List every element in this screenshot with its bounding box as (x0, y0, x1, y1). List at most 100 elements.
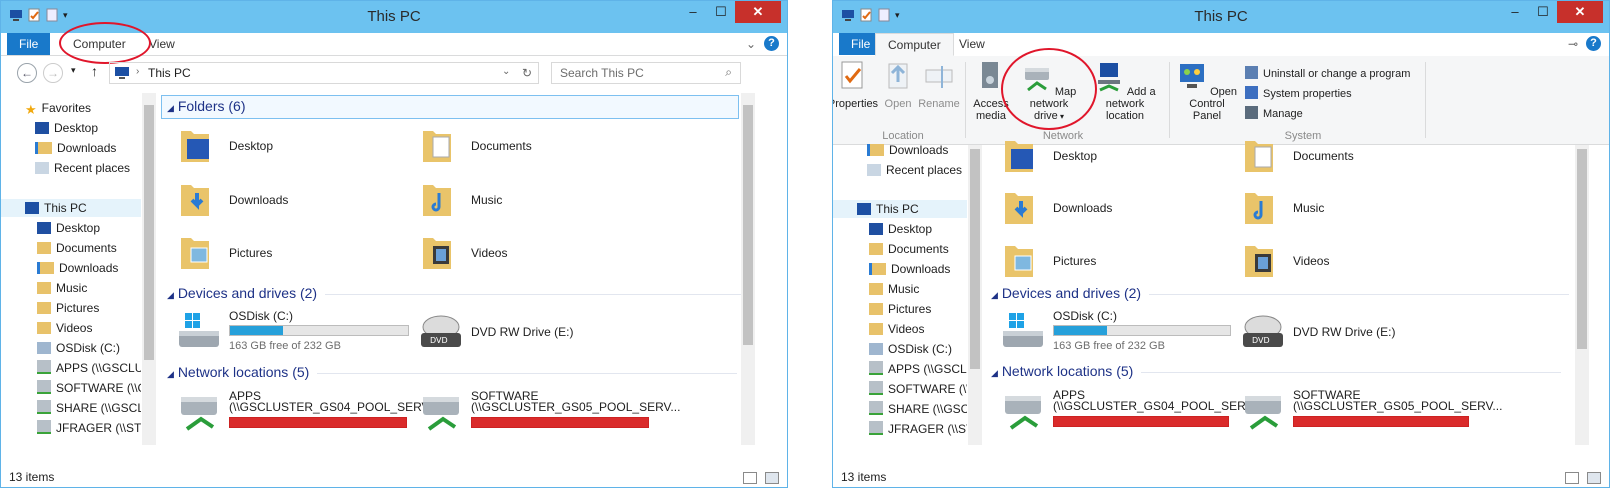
help-icon[interactable]: ? (1586, 36, 1601, 51)
group-network[interactable]: ◢ Network locations (5) (167, 364, 738, 384)
group-network[interactable]: ◢ Network locations (5) (991, 363, 1562, 383)
search-icon[interactable]: ⌕ (725, 65, 732, 80)
minimize-button[interactable]: – (1501, 1, 1529, 23)
help-icon[interactable]: ? (764, 36, 779, 51)
folder-tile[interactable]: Documents (1231, 131, 1471, 181)
breadcrumb[interactable]: This PC (148, 66, 191, 80)
properties-button[interactable]: Properties (833, 60, 881, 110)
scrollbar-thumb[interactable] (970, 149, 980, 369)
pin-ribbon-icon[interactable]: ⊸ (1568, 37, 1578, 51)
nav-this-pc[interactable]: This PC (1, 199, 141, 217)
forward-icon[interactable]: → (43, 63, 63, 83)
tab-computer[interactable]: Computer (875, 33, 954, 56)
group-folders[interactable]: ◢ Folders (6) (167, 98, 246, 118)
nav-item[interactable]: Music (37, 279, 87, 297)
nav-item[interactable]: Pictures (869, 300, 931, 318)
details-view-icon[interactable] (1565, 472, 1579, 484)
tab-view[interactable]: View (947, 33, 997, 55)
chevron-down-icon[interactable]: ▾ (71, 65, 76, 76)
folder-tile[interactable]: Documents (409, 121, 649, 171)
nav-item[interactable]: Downloads (37, 259, 118, 277)
nav-item[interactable]: Documents (869, 240, 949, 258)
nav-item[interactable]: Downloads (867, 141, 948, 159)
nav-item[interactable]: Pictures (37, 299, 99, 317)
nav-item[interactable]: SHARE (\\GSCLU (37, 399, 141, 417)
nav-item[interactable]: OSDisk (C:) (869, 340, 952, 358)
folder-tile[interactable]: Downloads (167, 175, 407, 225)
folder-tile[interactable]: Downloads (991, 183, 1231, 233)
nav-item[interactable]: Documents (37, 239, 117, 257)
drive-tile-c[interactable]: OSDisk (C:) 163 GB free of 232 GB (991, 307, 1231, 359)
group-devices[interactable]: ◢ Devices and drives (2) (167, 285, 746, 305)
nav-item[interactable]: OSDisk (C:) (37, 339, 120, 357)
close-button[interactable]: ✕ (735, 1, 781, 23)
back-icon[interactable]: ← (17, 63, 37, 83)
nav-this-pc[interactable]: This PC (833, 200, 967, 218)
nav-item[interactable]: APPS (\\GSCLUST (37, 359, 141, 377)
nav-item[interactable]: APPS (\\GSCLUST (869, 360, 967, 378)
nav-scrollbar[interactable] (142, 93, 156, 445)
nav-item[interactable]: Music (869, 280, 919, 298)
scrollbar-thumb[interactable] (1577, 149, 1587, 349)
address-bar[interactable]: › This PC ⌄ ↻ (109, 62, 539, 84)
details-view-icon[interactable] (743, 472, 757, 484)
group-devices[interactable]: ◢ Devices and drives (2) (991, 285, 1570, 305)
chevron-down-icon[interactable]: ⌄ (502, 66, 510, 77)
network-location-tile[interactable]: SOFTWARE (\\GSCLUSTER_GS05_POOL_SERV... (409, 387, 680, 437)
nav-scrollbar[interactable] (968, 145, 982, 445)
folder-tile[interactable]: Pictures (167, 228, 407, 278)
add-network-location-button[interactable]: Add a network location (1085, 60, 1165, 122)
system-properties-button[interactable]: System properties (1245, 86, 1352, 100)
drive-tile-dvd[interactable]: DVD DVD RW Drive (E:) (409, 307, 649, 359)
maximize-button[interactable]: ☐ (707, 1, 735, 23)
nav-item[interactable]: Desktop (869, 220, 932, 238)
nav-favorites[interactable]: ★ Favorites (25, 99, 91, 117)
close-button[interactable]: ✕ (1557, 1, 1603, 23)
nav-item[interactable]: Desktop (37, 219, 100, 237)
tab-file[interactable]: File (7, 33, 51, 55)
nav-item[interactable]: Videos (37, 319, 92, 337)
network-location-tile[interactable]: SOFTWARE (\\GSCLUSTER_GS05_POOL_SERV... (1231, 386, 1502, 436)
nav-item[interactable]: JFRAGER (\\STUH (869, 420, 967, 438)
large-icons-view-icon[interactable] (1587, 472, 1601, 484)
minimize-button[interactable]: – (679, 1, 707, 23)
refresh-icon[interactable]: ↻ (522, 66, 532, 80)
manage-button[interactable]: Manage (1245, 106, 1303, 120)
title-bar[interactable]: ▾ This PC – ☐ ✕ (833, 1, 1609, 33)
nav-item[interactable]: Recent places (867, 161, 962, 179)
group-header-focus[interactable] (161, 95, 739, 119)
network-location-tile[interactable]: APPS (\\GSCLUSTER_GS04_POOL_SERV... (991, 386, 1262, 436)
uninstall-program-button[interactable]: Uninstall or change a program (1245, 66, 1410, 80)
content-scrollbar[interactable] (1575, 145, 1589, 445)
rename-button[interactable]: Rename (917, 60, 961, 110)
content-scrollbar[interactable] (741, 93, 755, 445)
nav-item[interactable]: SOFTWARE (\\GS (37, 379, 141, 397)
scrollbar-thumb[interactable] (144, 105, 154, 360)
nav-item[interactable]: Downloads (869, 260, 950, 278)
nav-item[interactable]: Desktop (35, 119, 98, 137)
network-location-tile[interactable]: APPS (\\GSCLUSTER_GS04_POOL_SERV... (167, 387, 438, 437)
folder-tile[interactable]: Desktop (167, 121, 407, 171)
search-input[interactable]: Search This PC ⌕ (551, 62, 741, 84)
drive-tile-dvd[interactable]: DVD DVD RW Drive (E:) (1231, 307, 1471, 359)
folder-tile[interactable]: Videos (409, 228, 649, 278)
nav-item[interactable]: Downloads (35, 139, 116, 157)
drive-tile-c[interactable]: OSDisk (C:) 163 GB free of 232 GB (167, 307, 409, 359)
nav-item[interactable]: Videos (869, 320, 924, 338)
maximize-button[interactable]: ☐ (1529, 1, 1557, 23)
folder-tile[interactable]: Music (1231, 183, 1471, 233)
open-control-panel-button[interactable]: Open Control Panel (1173, 60, 1241, 122)
up-arrow-icon[interactable]: ↑ (91, 63, 98, 79)
nav-item[interactable]: SOFTWARE (\\GS (869, 380, 967, 398)
nav-item[interactable]: Recent places (35, 159, 130, 177)
open-button[interactable]: Open (881, 60, 915, 110)
nav-item[interactable]: SHARE (\\GSCLU (869, 400, 967, 418)
nav-item[interactable]: JFRAGER (\\STUH (37, 419, 141, 437)
folder-tile[interactable]: Desktop (991, 131, 1231, 181)
scrollbar-thumb[interactable] (743, 105, 753, 345)
chevron-down-icon[interactable]: ⌄ (746, 37, 756, 51)
large-icons-view-icon[interactable] (765, 472, 779, 484)
folder-tile[interactable]: Pictures (991, 236, 1231, 286)
folder-tile[interactable]: Music (409, 175, 649, 225)
folder-tile[interactable]: Videos (1231, 236, 1471, 286)
